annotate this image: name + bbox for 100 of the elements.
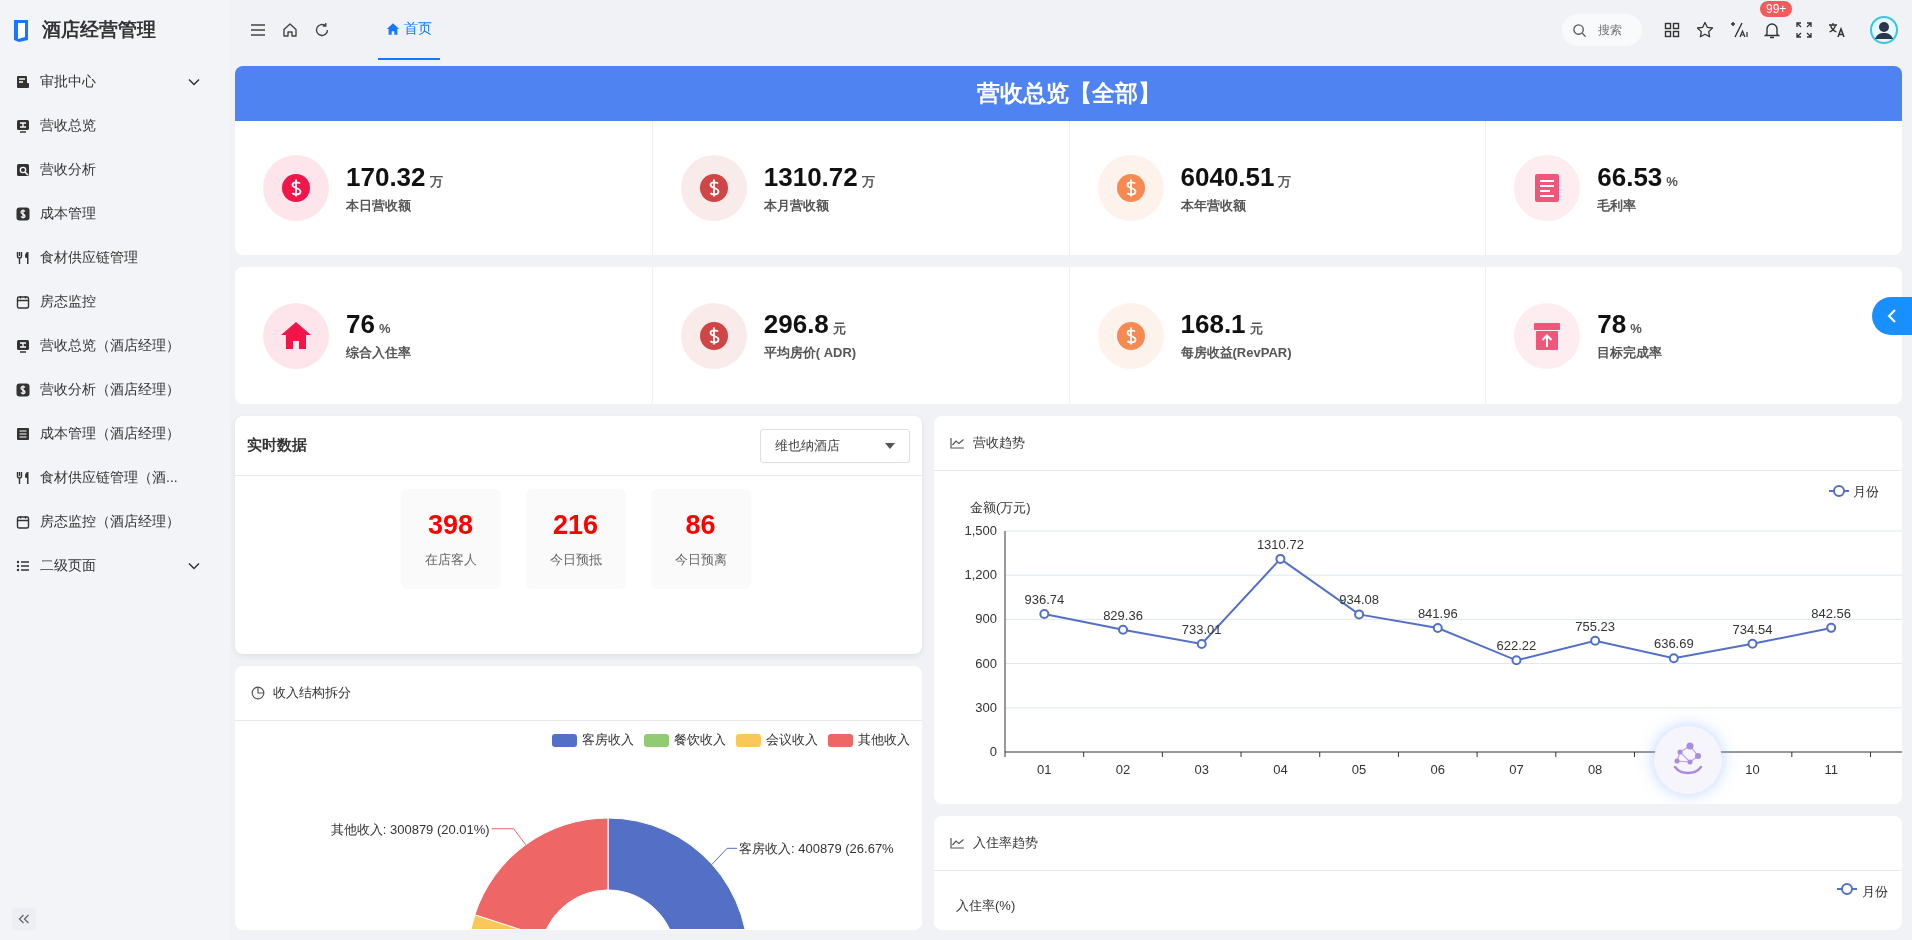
legend-label[interactable]: 月份: [1853, 484, 1879, 499]
kpi-value: 66.53: [1597, 161, 1663, 193]
sidebar-item[interactable]: 营收分析: [0, 148, 230, 192]
data-point: [1511, 655, 1522, 666]
collapse-sidebar-button[interactable]: [12, 908, 36, 930]
sidebar-item[interactable]: 审批中心: [0, 60, 230, 104]
tick-label: 07: [1509, 762, 1524, 777]
kpi-label: 每房收益(RevPAR): [1180, 344, 1292, 362]
sidebar-item[interactable]: 营收总览: [0, 104, 230, 148]
search-icon: [1572, 23, 1587, 38]
sidebar-item[interactable]: 房态监控（酒店经理）: [0, 500, 230, 544]
sidebar-item[interactable]: 二级页面: [0, 544, 230, 588]
sidebar-item[interactable]: 食材供应链管理（酒...: [0, 456, 230, 500]
tick-label: 08: [1587, 762, 1603, 777]
tick-label: 1,200: [964, 567, 997, 583]
stat-value: 216: [552, 509, 599, 541]
card-title: 营收趋势: [973, 434, 1025, 452]
kpi-label: 目标完成率: [1597, 344, 1663, 362]
tick-label: 11: [1824, 762, 1838, 777]
refresh-icon[interactable]: [314, 22, 330, 38]
line-chart-icon: [950, 437, 965, 449]
kpi-unit: 万: [429, 172, 443, 191]
assistant-button[interactable]: [1654, 726, 1722, 794]
data-point: [1354, 609, 1365, 620]
card-title: 收入结构拆分: [273, 684, 351, 702]
data-label: 936.74: [1024, 592, 1065, 607]
tick-label: 900: [975, 611, 997, 627]
expand-panel-button[interactable]: [1872, 297, 1912, 335]
search-field[interactable]: 搜索: [1562, 14, 1642, 46]
data-point: [1826, 622, 1837, 633]
sidebar-item[interactable]: 成本管理: [0, 192, 230, 236]
dollar-icon: [16, 207, 30, 221]
data-point: [1118, 624, 1129, 635]
hotel-dropdown[interactable]: 维也纳酒店: [760, 428, 910, 463]
translate-icon[interactable]: [1828, 22, 1846, 38]
sidebar-item[interactable]: 房态监控: [0, 280, 230, 324]
form-icon: [16, 75, 30, 89]
tick-label: 02: [1115, 762, 1131, 777]
tick-label: 03: [1194, 762, 1209, 777]
data-label: 829.36: [1103, 607, 1143, 623]
legend-label[interactable]: 月份: [1862, 883, 1888, 901]
leader-line: [491, 828, 527, 846]
tick-label: 05: [1351, 762, 1367, 777]
tick-label: 1,500: [964, 523, 997, 538]
legend-label[interactable]: 会议收入: [766, 731, 818, 749]
data-point: [1747, 638, 1758, 649]
magnifier-icon: [16, 163, 30, 177]
list-icon: [16, 559, 30, 573]
kpi-label: 综合入住率: [346, 344, 411, 362]
legend-marker: [1836, 883, 1858, 895]
data-point: [1668, 653, 1679, 664]
sidebar-item[interactable]: 食材供应链管理: [0, 236, 230, 280]
double-chevron-left-icon: [18, 914, 30, 924]
star-icon[interactable]: [1696, 21, 1714, 39]
legend-label[interactable]: 其他收入: [858, 731, 910, 749]
kpi-label: 毛利率: [1597, 196, 1638, 215]
home-icon: [386, 22, 400, 36]
grid-icon[interactable]: [1664, 22, 1680, 38]
kpi-value: 76: [346, 309, 375, 340]
monitor-icon: [16, 119, 30, 133]
data-point: [1196, 639, 1207, 649]
bell-icon[interactable]: [1764, 21, 1780, 39]
kpi-label: 本月营收额: [763, 196, 830, 215]
fullscreen-icon[interactable]: [1796, 22, 1812, 38]
kpi-unit: 元: [832, 320, 846, 338]
calendar-icon: [16, 295, 30, 309]
data-label: 622.22: [1496, 638, 1537, 654]
slice-label: 客房收入: 400879 (26.67%: [739, 841, 894, 857]
line-chart-icon: [950, 837, 965, 849]
avatar[interactable]: [1870, 16, 1898, 44]
sidebar-item[interactable]: 营收分析（酒店经理）: [0, 368, 230, 412]
menu-icon[interactable]: [250, 23, 266, 37]
sidebar-item[interactable]: 营收总览（酒店经理）: [0, 324, 230, 368]
stat-value: 398: [427, 509, 474, 541]
card-title: 实时数据: [247, 436, 307, 455]
data-point: [1432, 622, 1443, 633]
home-tab[interactable]: 首页: [378, 0, 440, 60]
data-point: [1039, 609, 1050, 619]
legend-label[interactable]: 客房收入: [582, 731, 634, 749]
tick-label: 300: [975, 699, 997, 715]
kpi-label: 本年营收额: [1180, 196, 1247, 215]
kpi-value: 296.8: [763, 309, 829, 340]
monitor-icon: [16, 339, 30, 353]
tick-label: 10: [1745, 762, 1760, 777]
tick-label: 06: [1430, 762, 1445, 777]
legend-label[interactable]: 餐饮收入: [674, 731, 726, 749]
pie-chart-icon: [251, 686, 265, 700]
stat-label: 今日预离: [674, 550, 727, 569]
app-title: 酒店经营管理: [42, 18, 156, 42]
data-label: 636.69: [1653, 636, 1694, 652]
kpi-value: 170.32: [346, 161, 426, 193]
utensils-icon: [16, 251, 30, 265]
sidebar-item[interactable]: 成本管理（酒店经理）: [0, 412, 230, 456]
home-icon[interactable]: [282, 22, 298, 38]
leader-line: [711, 847, 738, 865]
legend-marker: [1828, 485, 1850, 497]
kpi-unit: 万: [1278, 172, 1292, 191]
caret-down-icon: [885, 442, 895, 449]
tick-label: 01: [1037, 762, 1052, 777]
sparkle-icon[interactable]: [1730, 21, 1748, 39]
